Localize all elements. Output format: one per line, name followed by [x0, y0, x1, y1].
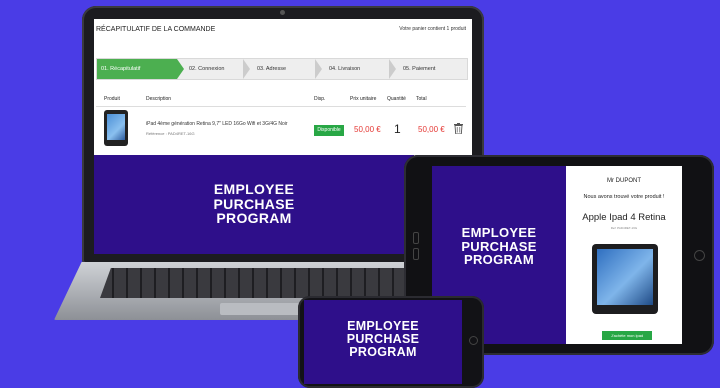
product-name: Apple Ipad 4 Retina	[582, 212, 666, 223]
product-image-screen	[597, 249, 653, 305]
epp-heading: EMPLOYEE PURCHASE PROGRAM	[432, 226, 566, 267]
column-header: Description	[146, 96, 172, 102]
tablet-side-button	[413, 232, 419, 244]
tablet-home-button	[694, 250, 705, 261]
table-header: Produit Description Disp. Prix unitaire …	[96, 94, 466, 107]
shop-header: RÉCAPITULATIF DE LA COMMANDE Votre panie…	[94, 19, 472, 43]
tablet-side-button	[413, 248, 419, 260]
column-header: Disp.	[314, 96, 326, 102]
epp-line: PROGRAM	[464, 252, 534, 268]
epp-line: PURCHASE	[461, 238, 537, 254]
column-header: Quantité	[387, 96, 406, 102]
laptop-epp-banner: EMPLOYEE PURCHASE PROGRAM	[94, 155, 414, 254]
epp-line: EMPLOYEE	[213, 181, 295, 197]
laptop-camera	[280, 10, 285, 15]
step-chevron	[389, 59, 396, 79]
availability-badge: Disponible	[314, 125, 344, 136]
epp-heading: EMPLOYEE PURCHASE PROGRAM	[94, 182, 414, 226]
product-image	[592, 244, 658, 314]
step-chevron	[243, 59, 250, 79]
table-row: iPad 4ème génération Retina 9,7" LED 16G…	[96, 107, 466, 156]
cart-info: Votre panier contient 1 produit	[399, 26, 466, 32]
epp-heading: EMPLOYEE PURCHASE PROGRAM	[304, 319, 462, 360]
epp-line: PROGRAM	[349, 345, 417, 360]
found-message: Nous avons trouvé votre produit !	[583, 194, 665, 200]
phone-screen: EMPLOYEE PURCHASE PROGRAM	[304, 300, 462, 384]
product-image-screen	[107, 114, 125, 140]
product-ref: Ref: PAD4RET-16G	[610, 226, 638, 230]
buy-button[interactable]: J'achète mon ipad	[602, 331, 652, 340]
product-reference: Référence : PAD4RET-16G	[146, 131, 195, 136]
step-recapitulatif[interactable]: 01. Récapitulatif	[97, 59, 177, 79]
column-header: Produit	[104, 96, 120, 102]
page-title: RÉCAPITULATIF DE LA COMMANDE	[96, 26, 216, 33]
total-price: 50,00 €	[418, 125, 445, 134]
column-header: Total	[416, 96, 427, 102]
epp-line: PROGRAM	[216, 210, 292, 227]
unit-price: 50,00 €	[354, 125, 381, 134]
step-chevron	[177, 59, 184, 79]
epp-line: EMPLOYEE	[461, 225, 537, 240]
phone-home-button	[469, 336, 478, 345]
product-description: iPad 4ème génération Retina 9,7" LED 16G…	[146, 121, 288, 127]
column-header: Prix unitaire	[350, 96, 377, 102]
checkout-steps: 01. Récapitulatif 02. Connexion 03. Adre…	[96, 58, 468, 80]
trash-icon[interactable]	[454, 123, 463, 134]
product-image	[104, 110, 128, 146]
step-chevron	[315, 59, 322, 79]
quantity-value[interactable]: 1	[394, 122, 401, 136]
step-paiement[interactable]: 05. Paiement	[403, 59, 467, 79]
epp-line: PURCHASE	[213, 195, 295, 212]
customer-greeting: Mr DUPONT	[607, 178, 641, 184]
